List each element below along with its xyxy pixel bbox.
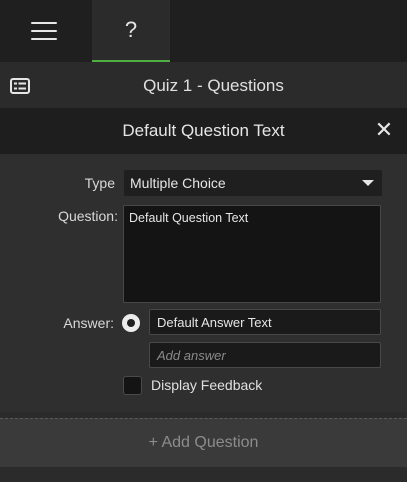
answer-field[interactable]: Default Answer Text xyxy=(149,309,381,335)
type-dropdown[interactable]: Multiple Choice xyxy=(124,170,382,196)
display-feedback-checkbox[interactable] xyxy=(123,376,142,395)
question-textarea[interactable]: Default Question Text xyxy=(123,205,381,303)
quiz-list-icon[interactable] xyxy=(10,78,30,94)
top-tab-bar: ? xyxy=(0,0,407,62)
type-value: Multiple Choice xyxy=(130,175,226,191)
tab-help[interactable]: ? xyxy=(92,0,170,62)
correct-answer-radio[interactable] xyxy=(122,314,140,332)
question-form: Type Multiple Choice Question: Default Q… xyxy=(0,154,407,412)
quiz-title: Quiz 1 - Questions xyxy=(143,76,284,95)
help-tab-label: ? xyxy=(124,17,138,42)
menu-icon xyxy=(31,22,57,40)
question-label: Question: xyxy=(58,208,118,224)
add-answer-field[interactable]: Add answer xyxy=(149,342,381,368)
bottom-strip xyxy=(0,467,407,482)
menu-tab[interactable] xyxy=(0,0,88,62)
quiz-header: Quiz 1 - Questions xyxy=(0,66,407,106)
add-question-button[interactable]: + Add Question xyxy=(0,418,407,468)
close-icon[interactable]: ✕ xyxy=(373,119,395,141)
display-feedback-label[interactable]: Display Feedback xyxy=(151,377,262,393)
question-header: Default Question Text ✕ xyxy=(0,108,407,154)
radio-dot-icon xyxy=(127,319,135,327)
chevron-down-icon xyxy=(362,180,374,186)
question-title: Default Question Text xyxy=(122,121,285,140)
type-label: Type xyxy=(84,175,115,191)
answer-label: Answer: xyxy=(63,315,114,331)
